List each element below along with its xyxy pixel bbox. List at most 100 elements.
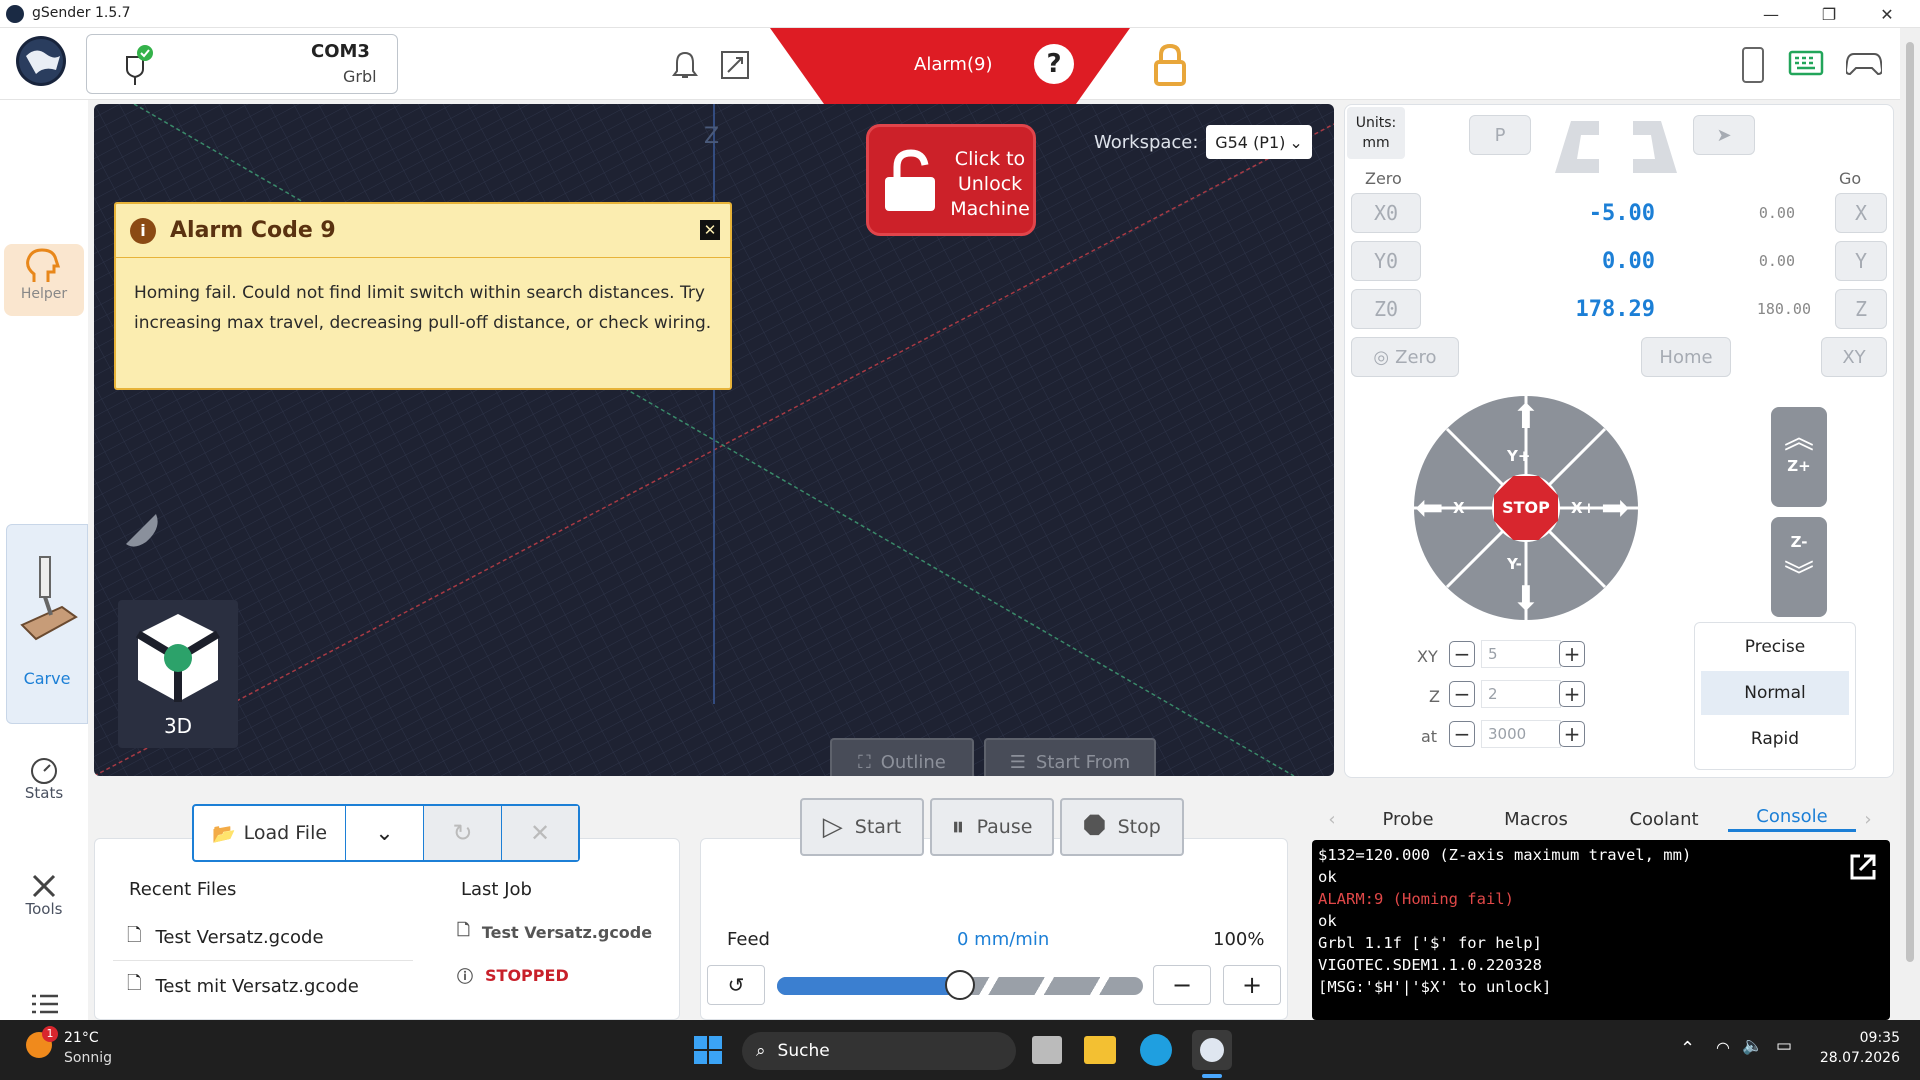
units-value: mm — [1362, 135, 1390, 151]
tab-coolant[interactable]: Coolant — [1600, 809, 1728, 830]
workspace-select[interactable]: G54 (P1) ⌄ — [1206, 125, 1312, 159]
close-file-icon[interactable]: ✕ — [502, 806, 578, 860]
tab-prev-icon[interactable]: ‹ — [1320, 809, 1344, 830]
weather-temperature: 21°C — [64, 1030, 99, 1046]
speed-normal[interactable]: Normal — [1701, 671, 1849, 715]
remote-mode-phone-icon[interactable] — [1740, 46, 1766, 84]
sidebar-item-tools[interactable]: Tools — [4, 872, 84, 918]
load-file-button[interactable]: 📂 Load File — [194, 806, 346, 860]
recent-file-item[interactable]: 🗋 Test Versatz.gcode — [113, 915, 413, 961]
chevron-up-icon[interactable]: ⌃ — [1680, 1038, 1695, 1059]
battery-icon[interactable]: ▭ — [1776, 1036, 1792, 1056]
z-step-increment[interactable]: + — [1559, 681, 1585, 707]
pause-job-button[interactable]: ⏸ Pause — [930, 798, 1054, 856]
home-button[interactable]: Home — [1641, 337, 1731, 377]
reload-icon[interactable]: ↻ — [424, 806, 502, 860]
wifi-icon[interactable]: ◠ — [1716, 1038, 1730, 1057]
notification-bell-icon[interactable] — [672, 50, 698, 80]
gsender-taskbar-icon[interactable] — [1192, 1030, 1232, 1070]
connection-button[interactable]: COM3 Grbl — [86, 34, 398, 94]
jog-x-minus[interactable]: X- — [1453, 499, 1470, 517]
go-z-button[interactable]: Z — [1835, 289, 1887, 329]
xy-step-decrement[interactable]: − — [1449, 641, 1475, 667]
go-xy-button[interactable]: XY — [1821, 337, 1887, 377]
task-view-icon[interactable] — [1032, 1036, 1062, 1064]
visualizer-viewport[interactable]: Z i Alarm Code 9 ✕ Homing fail. Could no… — [94, 104, 1334, 776]
send-position-button[interactable]: ➤ — [1693, 115, 1755, 155]
view-mode-button[interactable]: 3D — [118, 600, 238, 748]
feed-step-increment[interactable]: + — [1559, 721, 1585, 747]
jog-z-minus-button[interactable]: Z- ︾ — [1771, 517, 1827, 617]
speed-rapid[interactable]: Rapid — [1701, 717, 1849, 761]
volume-icon[interactable]: 🔈 — [1742, 1036, 1763, 1056]
file-explorer-icon[interactable] — [1084, 1036, 1116, 1064]
z-step-input[interactable]: 2 — [1481, 680, 1561, 708]
close-icon[interactable]: ✕ — [1864, 0, 1910, 28]
alarm-help-icon[interactable]: ? — [1034, 44, 1074, 84]
arrow-right-icon[interactable]: ➡ — [1601, 491, 1630, 525]
firmware-name: Grbl — [343, 67, 377, 86]
job-control-panel: Feed 0 mm/min 100% ↺ − + — [700, 838, 1288, 1020]
feed-increase-button[interactable]: + — [1223, 965, 1281, 1005]
feed-decrease-button[interactable]: − — [1153, 965, 1211, 1005]
start-from-button[interactable]: ☰ Start From — [984, 738, 1156, 776]
restore-icon[interactable]: ❐ — [1806, 0, 1852, 28]
outline-button[interactable]: ⛶ Outline — [830, 738, 974, 776]
sidebar-item-helper[interactable]: Helper — [4, 244, 84, 316]
taskbar-search[interactable]: ⌕ Suche — [742, 1032, 1016, 1070]
tool-change-icon[interactable] — [720, 50, 750, 80]
keyboard-shortcuts-icon[interactable] — [1788, 50, 1824, 76]
arrow-left-icon[interactable]: ⬅ — [1415, 491, 1444, 525]
sidebar-label-helper: Helper — [20, 286, 68, 302]
feed-slider-handle[interactable] — [945, 970, 975, 1000]
feed-step-decrement[interactable]: − — [1449, 721, 1475, 747]
unlock-machine-button[interactable]: Click to Unlock Machine — [866, 124, 1036, 236]
sidebar: Helper Carve Stats Tools — [0, 100, 88, 1020]
window-scrollbar[interactable] — [1900, 28, 1920, 1020]
popout-external-icon[interactable] — [1848, 852, 1878, 882]
scrollbar-thumb[interactable] — [1906, 42, 1914, 962]
arrow-down-icon[interactable]: ⬇ — [1503, 581, 1549, 617]
recent-file-item[interactable]: 🗋 Test mit Versatz.gcode — [113, 963, 413, 1009]
close-alarm-icon[interactable]: ✕ — [700, 220, 720, 240]
gamepad-icon[interactable] — [1846, 50, 1882, 76]
console-output[interactable]: $132=120.000 (Z-axis maximum travel, mm)… — [1312, 840, 1890, 1020]
zero-x-button[interactable]: X0 — [1351, 193, 1421, 233]
chevron-down-icon[interactable]: ⌄ — [346, 806, 424, 860]
zero-y-button[interactable]: Y0 — [1351, 241, 1421, 281]
tab-macros[interactable]: Macros — [1472, 809, 1600, 830]
go-x-button[interactable]: X — [1835, 193, 1887, 233]
xy-step-increment[interactable]: + — [1559, 641, 1585, 667]
probe-button[interactable]: P — [1469, 115, 1531, 155]
jog-y-minus[interactable]: Y- — [1507, 555, 1522, 573]
jog-y-plus[interactable]: Y+ — [1507, 447, 1530, 465]
tab-probe[interactable]: Probe — [1344, 809, 1472, 830]
arrow-up-icon[interactable]: ⬆ — [1503, 399, 1549, 435]
lightweight-mode-feather-icon[interactable] — [116, 508, 164, 554]
sidebar-item-carve[interactable]: Carve — [6, 524, 88, 724]
units-label: Units: — [1355, 115, 1397, 131]
start-job-button[interactable]: ▷ Start — [800, 798, 924, 856]
reset-feed-button[interactable]: ↺ — [707, 965, 765, 1005]
jog-z-plus-button[interactable]: ︽ Z+ — [1771, 407, 1827, 507]
jog-x-plus[interactable]: X+ — [1571, 499, 1595, 517]
zero-bracket-icon[interactable] — [1551, 115, 1681, 177]
speed-precise[interactable]: Precise — [1701, 625, 1849, 669]
xy-step-input[interactable]: 5 — [1481, 640, 1561, 668]
feed-step-input[interactable]: 3000 — [1481, 720, 1561, 748]
edge-browser-icon[interactable] — [1140, 1034, 1172, 1066]
windows-start-icon[interactable] — [694, 1036, 722, 1064]
sidebar-item-stats[interactable]: Stats — [4, 756, 84, 802]
z-step-decrement[interactable]: − — [1449, 681, 1475, 707]
window-title: gSender 1.5.7 — [32, 5, 131, 21]
stop-job-button[interactable]: ⯃ Stop — [1060, 798, 1184, 856]
tab-console[interactable]: Console — [1728, 806, 1856, 832]
tab-next-icon[interactable]: › — [1856, 809, 1880, 830]
go-y-button[interactable]: Y — [1835, 241, 1887, 281]
zero-all-button[interactable]: ◎ Zero — [1351, 337, 1459, 377]
unlock-padlock-icon[interactable] — [1150, 42, 1190, 88]
feed-override-slider[interactable] — [777, 970, 1143, 1000]
menu-list-icon[interactable] — [30, 992, 60, 1016]
zero-z-button[interactable]: Z0 — [1351, 289, 1421, 329]
minimize-icon[interactable]: — — [1748, 0, 1794, 28]
